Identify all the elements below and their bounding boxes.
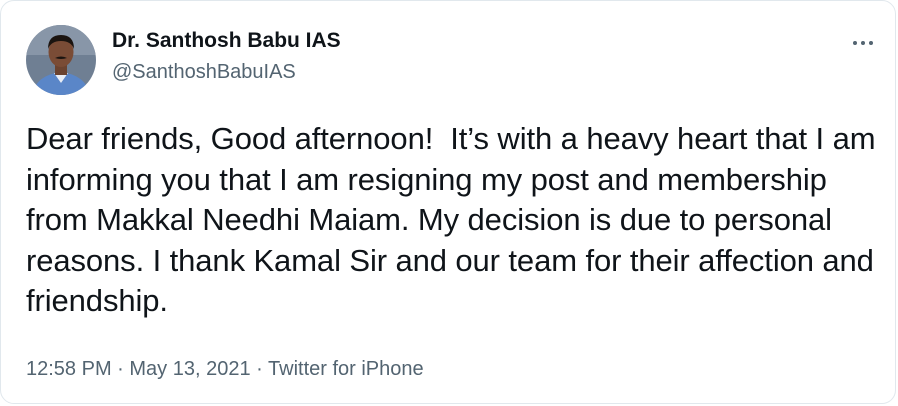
more-options-button[interactable] bbox=[853, 33, 873, 53]
meta-separator: · bbox=[256, 358, 269, 380]
avatar-photo bbox=[26, 25, 96, 95]
tweet-text: Dear friends, Good afternoon! It’s with … bbox=[26, 121, 884, 318]
tweet-metadata: 12:58 PM · May 13, 2021 · Twitter for iP… bbox=[26, 356, 424, 382]
more-horizontal-icon-dot bbox=[861, 41, 865, 45]
more-horizontal-icon bbox=[853, 41, 857, 45]
tweet-date[interactable]: May 13, 2021 bbox=[129, 358, 250, 380]
tweet-time[interactable]: 12:58 PM bbox=[26, 358, 112, 380]
author-display-name[interactable]: Dr. Santhosh Babu IAS bbox=[112, 28, 341, 54]
tweet-source[interactable]: Twitter for iPhone bbox=[268, 358, 424, 380]
more-horizontal-icon-dot bbox=[869, 41, 873, 45]
author-avatar[interactable] bbox=[26, 25, 96, 95]
meta-separator: · bbox=[117, 358, 130, 380]
tweet-card: Dr. Santhosh Babu IAS @SanthoshBabuIAS D… bbox=[0, 0, 896, 404]
author-info: Dr. Santhosh Babu IAS @SanthoshBabuIAS bbox=[112, 28, 341, 85]
author-handle[interactable]: @SanthoshBabuIAS bbox=[112, 59, 341, 85]
